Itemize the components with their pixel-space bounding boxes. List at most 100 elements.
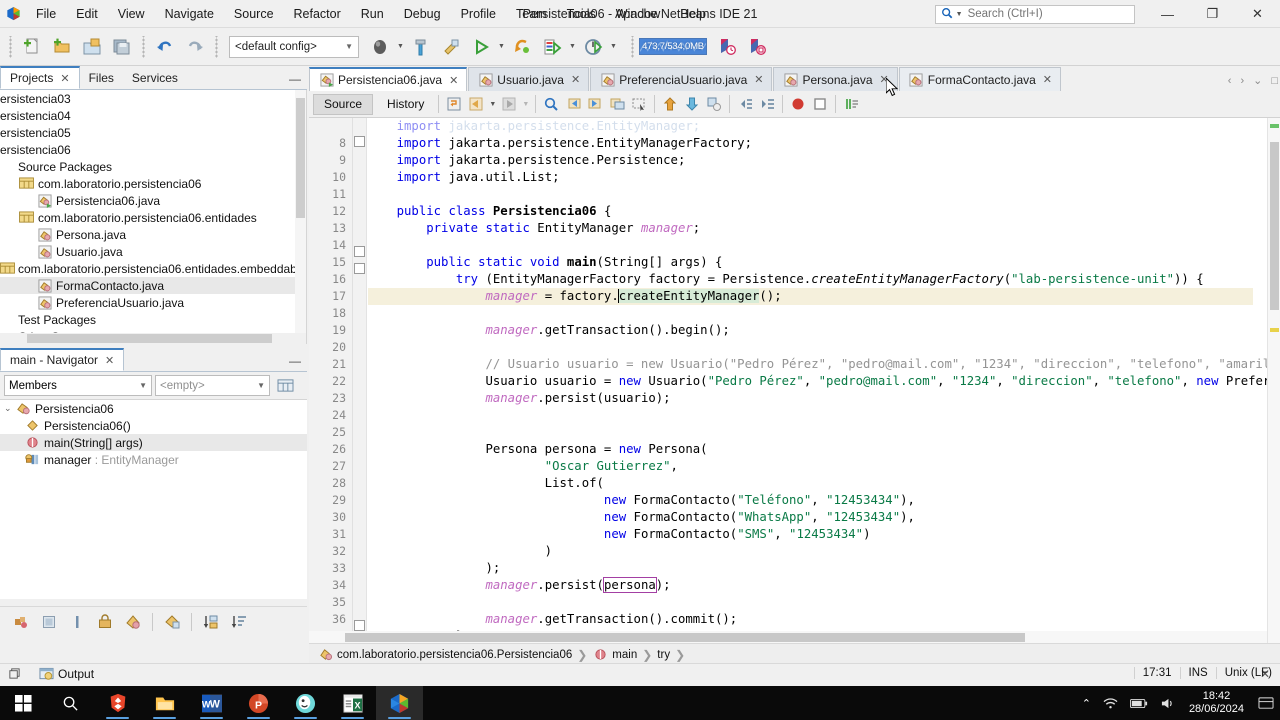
toolbar-grip[interactable] bbox=[7, 35, 14, 58]
taskbar-clock[interactable]: 18:42 28/06/2024 bbox=[1181, 690, 1252, 716]
taskbar-search-icon[interactable] bbox=[47, 686, 94, 720]
editor-tab[interactable]: Persistencia06.java ✕ bbox=[309, 67, 468, 91]
navigator-item[interactable]: Persistencia06() bbox=[0, 417, 307, 434]
new-project-icon[interactable] bbox=[47, 32, 77, 62]
profile-gauge-icon[interactable] bbox=[578, 32, 608, 62]
fold-marker[interactable] bbox=[354, 263, 365, 274]
search-input[interactable] bbox=[965, 7, 1134, 21]
search-dropdown-icon[interactable]: ▼ bbox=[956, 11, 963, 18]
profile-gauge-dropdown-icon[interactable]: ▼ bbox=[608, 32, 619, 62]
editor-vscrollbar[interactable] bbox=[1267, 118, 1280, 643]
previous-bookmark-icon[interactable] bbox=[562, 93, 584, 115]
chevron-up-icon[interactable]: ⌃ bbox=[1076, 686, 1097, 720]
menu-profile[interactable]: Profile bbox=[451, 2, 506, 26]
taskbar-word-icon[interactable]: WW bbox=[188, 686, 235, 720]
volume-icon[interactable] bbox=[1154, 686, 1181, 720]
filter-inherited-icon[interactable] bbox=[8, 610, 34, 634]
start-button[interactable] bbox=[0, 686, 47, 720]
status-line-ending[interactable]: Unix (LF) bbox=[1215, 667, 1280, 679]
source-code[interactable]: import jakarta.persistence.EntityManager… bbox=[367, 118, 1271, 643]
run-project-icon[interactable] bbox=[466, 32, 496, 62]
code-editor[interactable]: 8 9 10 11 12 13 14 15 16 17 18 19 20 21 22 23 24 25 26 27 28… bbox=[309, 118, 1280, 643]
project-config-select[interactable]: <default config> ▼ bbox=[229, 35, 359, 58]
tree-item[interactable]: PreferenciaUsuario.java bbox=[0, 294, 306, 311]
tree-item[interactable]: ersistencia06 bbox=[0, 141, 306, 158]
editor-nav-next-icon[interactable]: › bbox=[1240, 75, 1244, 87]
navigator-scope-select[interactable]: Members ▼ bbox=[4, 375, 152, 396]
clean-build-icon[interactable] bbox=[436, 32, 466, 62]
memory-gauge[interactable]: 473,7/534,0MB bbox=[639, 38, 707, 55]
shift-right-icon[interactable] bbox=[756, 93, 778, 115]
next-error-icon[interactable] bbox=[681, 93, 703, 115]
tree-item[interactable]: com.laboratorio.persistencia06.entidades… bbox=[0, 260, 306, 277]
scrollbar-thumb[interactable] bbox=[296, 98, 305, 218]
sort-source-icon[interactable] bbox=[226, 610, 252, 634]
comment-icon[interactable] bbox=[840, 93, 862, 115]
global-search[interactable]: ▼ bbox=[935, 4, 1135, 24]
close-icon[interactable]: ✕ bbox=[1043, 73, 1052, 86]
navigator-inspect-members-icon[interactable] bbox=[273, 375, 297, 397]
show-constructors-icon[interactable] bbox=[64, 610, 90, 634]
menu-view[interactable]: View bbox=[108, 2, 155, 26]
notification-icon[interactable] bbox=[1252, 686, 1280, 720]
editor-tab-list-icon[interactable]: ⌄ bbox=[1253, 74, 1262, 87]
start-macro-icon[interactable] bbox=[787, 93, 809, 115]
last-edit-icon[interactable] bbox=[443, 93, 465, 115]
taskbar-netbeans-icon[interactable] bbox=[376, 686, 423, 720]
tab-history[interactable]: History bbox=[377, 94, 434, 115]
expander-icon[interactable]: ⌄ bbox=[4, 403, 15, 414]
editor-hscrollbar[interactable] bbox=[309, 631, 1267, 643]
tab-projects[interactable]: Projects ✕ bbox=[0, 66, 80, 89]
previous-error-icon[interactable] bbox=[659, 93, 681, 115]
sort-alpha-icon[interactable] bbox=[198, 610, 224, 634]
profile-dropdown-icon[interactable]: ▼ bbox=[567, 32, 578, 62]
menu-navigate[interactable]: Navigate bbox=[155, 2, 224, 26]
navigator-tree[interactable]: ⌄ Persistencia06 Persistencia06() main(Stri… bbox=[0, 399, 307, 599]
tree-item[interactable]: ersistencia03 bbox=[0, 90, 306, 107]
close-icon[interactable]: ✕ bbox=[571, 73, 580, 86]
project-tree-hscrollbar[interactable] bbox=[0, 333, 306, 344]
project-tree[interactable]: ersistencia03 ersistencia04 ersistencia05 e… bbox=[0, 90, 307, 344]
next-bookmark-icon[interactable] bbox=[584, 93, 606, 115]
memory-history-icon[interactable] bbox=[712, 32, 742, 62]
taskbar-brave-icon[interactable] bbox=[94, 686, 141, 720]
tree-item[interactable]: Test Packages bbox=[0, 311, 306, 328]
build-project-icon[interactable] bbox=[406, 32, 436, 62]
close-button[interactable]: ✕ bbox=[1235, 1, 1280, 28]
deploy-icon[interactable] bbox=[365, 32, 395, 62]
fold-marker[interactable] bbox=[354, 136, 365, 147]
wifi-icon[interactable] bbox=[1097, 686, 1124, 720]
minimize-button[interactable]: — bbox=[1145, 1, 1190, 28]
tree-item[interactable]: com.laboratorio.persistencia06 bbox=[0, 175, 306, 192]
menu-file[interactable]: File bbox=[26, 2, 66, 26]
back-dropdown-icon[interactable]: ▼ bbox=[487, 89, 498, 119]
close-icon[interactable]: ✕ bbox=[754, 73, 763, 86]
debug-project-icon[interactable] bbox=[507, 32, 537, 62]
tree-item[interactable]: Persona.java bbox=[0, 226, 306, 243]
tree-item[interactable]: Persistencia06.java bbox=[0, 192, 306, 209]
forward-icon[interactable] bbox=[498, 93, 520, 115]
close-icon[interactable]: ✕ bbox=[880, 73, 889, 86]
toggle-highlight-icon[interactable] bbox=[703, 93, 725, 115]
taskbar-excel-icon[interactable]: X bbox=[329, 686, 376, 720]
toolbar-grip-4[interactable] bbox=[629, 35, 636, 58]
stop-macro-icon[interactable] bbox=[809, 93, 831, 115]
breadcrumb-block[interactable]: try bbox=[657, 649, 670, 661]
save-all-icon[interactable] bbox=[107, 32, 137, 62]
profile-project-icon[interactable] bbox=[537, 32, 567, 62]
tree-item[interactable]: Usuario.java bbox=[0, 243, 306, 260]
menu-refactor[interactable]: Refactor bbox=[284, 2, 351, 26]
editor-tab[interactable]: FormaContacto.java ✕ bbox=[898, 67, 1062, 91]
taskbar-powerpoint-icon[interactable]: P bbox=[235, 686, 282, 720]
editor-tab[interactable]: Usuario.java ✕ bbox=[468, 67, 590, 91]
deploy-dropdown-icon[interactable]: ▼ bbox=[395, 32, 406, 62]
scrollbar-thumb[interactable] bbox=[345, 633, 1025, 642]
editor-tab[interactable]: PreferenciaUsuario.java ✕ bbox=[590, 67, 773, 91]
menu-tools[interactable]: Tools bbox=[557, 2, 606, 26]
scrollbar-thumb[interactable] bbox=[27, 334, 272, 343]
tree-item[interactable]: Source Packages bbox=[0, 158, 306, 175]
tree-item[interactable]: com.laboratorio.persistencia06.entidades bbox=[0, 209, 306, 226]
maximize-button[interactable]: ❐ bbox=[1190, 1, 1235, 28]
redo-icon[interactable] bbox=[180, 32, 210, 62]
toggle-bookmark-icon[interactable] bbox=[606, 93, 628, 115]
